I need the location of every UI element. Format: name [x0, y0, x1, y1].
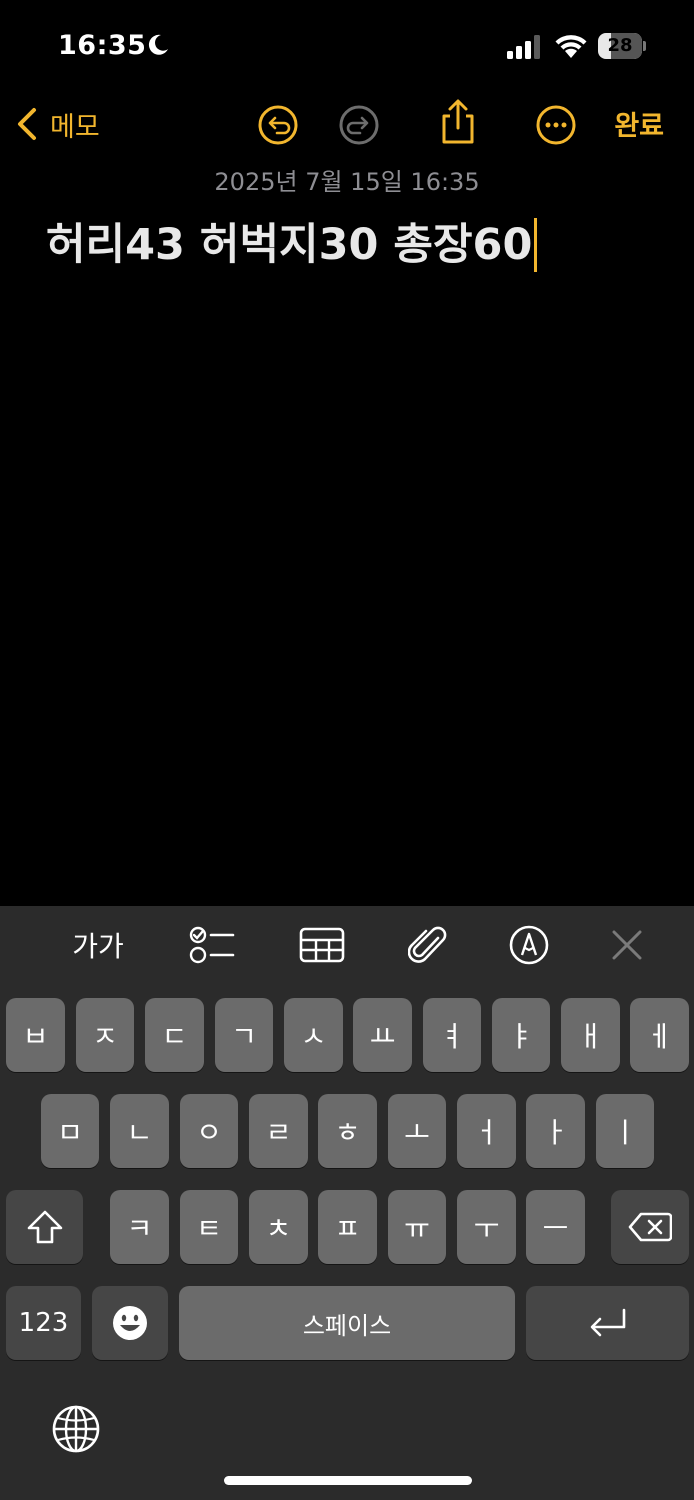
close-icon: [612, 930, 642, 960]
status-time: 16:35: [58, 30, 147, 61]
key-ㄱ[interactable]: ㄱ: [215, 998, 273, 1072]
note-text: 허리43 허벅지30 총장60: [46, 220, 533, 270]
note-date: 2025년 7월 15일 16:35: [214, 168, 480, 196]
moon-icon: [148, 34, 168, 55]
key-ㅅ[interactable]: ㅅ: [284, 998, 343, 1072]
table-button[interactable]: [298, 924, 346, 966]
key-ㅇ[interactable]: ㅇ: [180, 1094, 238, 1168]
key-ㅡ[interactable]: ㅡ: [526, 1190, 585, 1264]
attachment-button[interactable]: [406, 924, 450, 966]
key-ㅗ[interactable]: ㅗ: [388, 1094, 446, 1168]
key-ㅛ[interactable]: ㅛ: [353, 998, 412, 1072]
key-ㅈ[interactable]: ㅈ: [76, 998, 134, 1072]
delete-key[interactable]: [611, 1190, 689, 1264]
undo-icon[interactable]: [257, 104, 299, 146]
back-label: 메모: [50, 111, 100, 143]
key-ㅍ[interactable]: ㅍ: [318, 1190, 377, 1264]
shift-key[interactable]: [6, 1190, 83, 1264]
home-indicator[interactable]: [224, 1476, 472, 1485]
battery-icon: 28: [598, 33, 646, 59]
key-ㄴ[interactable]: ㄴ: [110, 1094, 169, 1168]
key-ㅊ[interactable]: ㅊ: [249, 1190, 308, 1264]
globe-icon: [52, 1405, 100, 1453]
key-ㅜ[interactable]: ㅜ: [457, 1190, 516, 1264]
return-key[interactable]: [526, 1286, 689, 1360]
delete-backspace-icon: [628, 1212, 672, 1242]
key-ㅠ[interactable]: ㅠ: [388, 1190, 446, 1264]
shift-icon: [27, 1210, 62, 1244]
text-format-label: 가가: [72, 930, 124, 963]
wifi-icon: [555, 35, 587, 58]
note-text-editor[interactable]: 허리43 허벅지30 총장60: [46, 210, 666, 275]
cellular-signal-icon: [507, 35, 540, 59]
globe-key[interactable]: [50, 1403, 102, 1455]
share-icon[interactable]: [437, 98, 479, 146]
key-ㅋ[interactable]: ㅋ: [110, 1190, 169, 1264]
notes-screen: 16:35 28 메모 완료 2025년 7월 15일 16:35 허리43 허…: [0, 0, 694, 1500]
checklist-button[interactable]: [188, 924, 236, 966]
key-ㅑ[interactable]: ㅑ: [492, 998, 550, 1072]
close-keyboard-button[interactable]: [606, 924, 648, 966]
key-ㅌ[interactable]: ㅌ: [180, 1190, 238, 1264]
key-ㄷ[interactable]: ㄷ: [145, 998, 204, 1072]
key-ㅣ[interactable]: ㅣ: [596, 1094, 654, 1168]
paperclip-icon: [408, 926, 447, 963]
emoji-key[interactable]: [92, 1286, 168, 1360]
key-ㅕ[interactable]: ㅕ: [423, 998, 481, 1072]
emoji-icon: [113, 1306, 147, 1340]
numbers-key[interactable]: 123: [6, 1286, 81, 1360]
key-ㅐ[interactable]: ㅐ: [561, 998, 620, 1072]
text-format-button[interactable]: 가가: [58, 924, 138, 966]
keyboard: 가가 ㅂ ㅈ ㄷ ㄱ ㅅ ㅛ ㅕ ㅑ ㅐ ㅔ ㅁ ㄴ ㅇ ㄹ ㅎ ㅗ ㅓ ㅏ ㅣ…: [0, 906, 694, 1500]
back-button[interactable]: 메모: [14, 104, 100, 144]
done-button[interactable]: 완료: [614, 104, 664, 143]
redo-icon[interactable]: [338, 104, 380, 146]
table-icon: [299, 927, 345, 963]
key-ㅓ[interactable]: ㅓ: [457, 1094, 516, 1168]
text-cursor: [534, 217, 538, 272]
markup-button[interactable]: [508, 924, 550, 966]
key-ㅎ[interactable]: ㅎ: [318, 1094, 377, 1168]
more-icon[interactable]: [535, 104, 577, 146]
battery-level: 28: [607, 35, 633, 56]
key-ㅏ[interactable]: ㅏ: [526, 1094, 585, 1168]
key-ㅂ[interactable]: ㅂ: [6, 998, 65, 1072]
chevron-left-icon: [18, 108, 36, 140]
checklist-icon: [189, 926, 235, 964]
key-ㄹ[interactable]: ㄹ: [249, 1094, 308, 1168]
status-bar: 16:35 28: [0, 0, 694, 92]
return-icon: [590, 1308, 625, 1337]
markup-pen-icon: [509, 925, 549, 965]
keyboard-toolbar: 가가: [0, 906, 694, 984]
key-ㅁ[interactable]: ㅁ: [41, 1094, 99, 1168]
key-ㅔ[interactable]: ㅔ: [630, 998, 689, 1072]
notes-toolbar: 메모 완료: [0, 92, 694, 162]
space-key[interactable]: 스페이스: [179, 1286, 515, 1360]
